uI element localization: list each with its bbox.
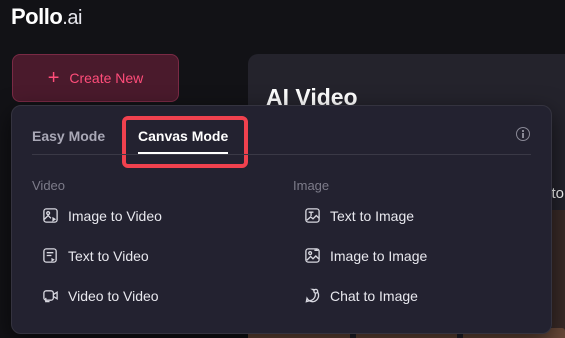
menu-item-image-to-video[interactable]: Image to Video [42,207,162,224]
text-to-image-icon [305,208,320,223]
menu-item-video-to-video[interactable]: Video to Video [42,287,159,304]
menu-item-label: Chat to Image [330,287,418,304]
app-logo[interactable]: Pollo.ai [11,4,82,30]
text-to-video-icon [43,248,57,263]
create-new-label: Create New [69,70,144,86]
menu-item-label: Video to Video [68,287,159,304]
video-to-video-icon [43,290,58,303]
image-to-video-icon [43,208,58,223]
menu-item-chat-to-image[interactable]: Chat to Image [304,287,418,304]
menu-item-text-to-video[interactable]: Text to Video [42,247,149,264]
section-label-video: Video [32,178,66,193]
logo-suffix: .ai [62,7,82,29]
highlight-annotation [122,116,248,168]
card-text-fragment: to [551,185,564,202]
image-to-image-icon [305,248,320,263]
divider [32,154,531,155]
background-thumbnail [552,210,565,330]
chat-to-image-icon [305,288,320,303]
mode-popover: Easy Mode Canvas Mode Video Image Image … [11,105,552,334]
tab-easy-mode[interactable]: Easy Mode [32,128,105,144]
menu-item-label: Text to Video [68,247,149,264]
menu-item-text-to-image[interactable]: Text to Image [304,207,414,224]
plus-icon: + [47,67,60,89]
menu-item-label: Text to Image [330,207,415,224]
menu-item-label: Image to Video [68,207,162,224]
logo-brand: Pollo [11,4,63,29]
section-label-image: Image [293,178,330,193]
menu-item-image-to-image[interactable]: Image to Image [304,247,427,264]
info-icon[interactable] [516,127,530,141]
menu-item-label: Image to Image [330,247,428,264]
create-new-button[interactable]: + Create New [12,54,179,102]
